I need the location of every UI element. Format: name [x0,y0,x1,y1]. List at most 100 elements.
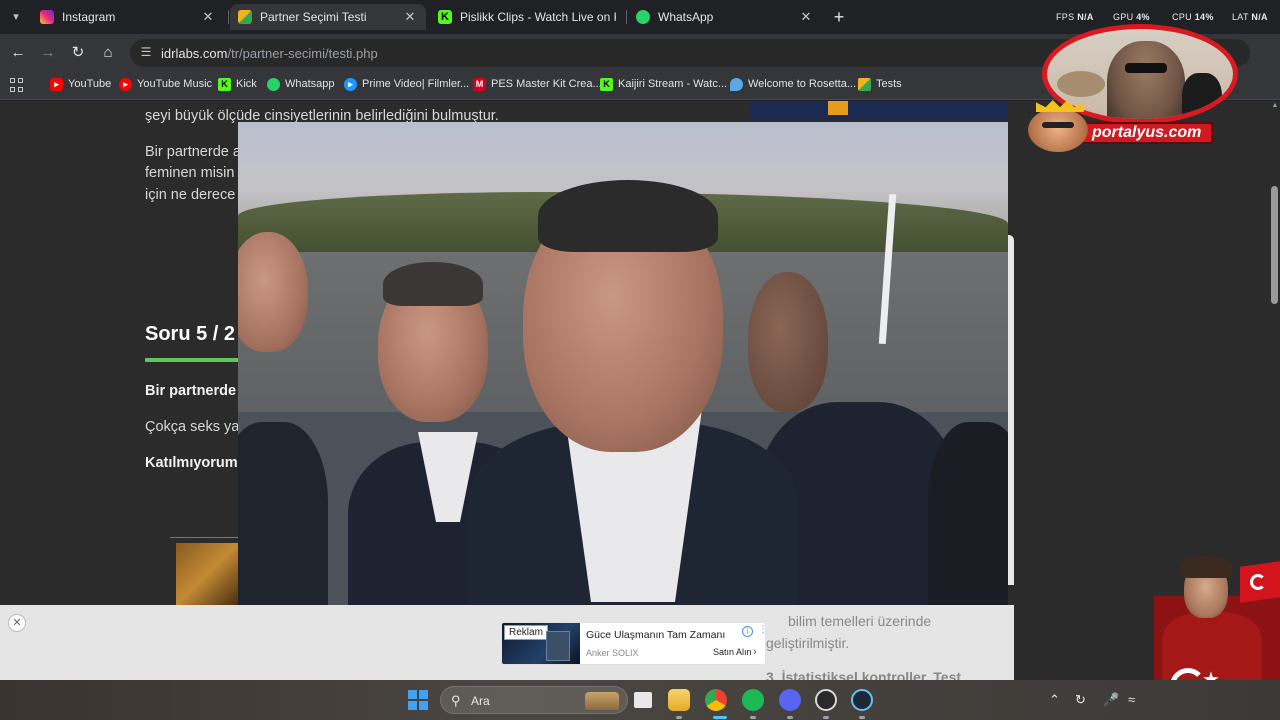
bookmark-label: Kick [236,78,257,90]
tab-title: Partner Seçimi Testi [260,10,367,24]
bookmark-rosetta[interactable]: Welcome to Rosetta... [730,75,856,93]
bookmark-youtube-music[interactable]: ▸ YouTube Music [119,75,212,93]
taskbar-search-placeholder: Ara [471,694,490,708]
tab-close-icon[interactable]: ✕ [798,9,814,25]
right-panel-banner [750,101,1008,119]
address-url[interactable]: idrlabs.com/tr/partner-secimi/testi.php [161,46,378,61]
bookmark-label: YouTube Music [137,78,213,90]
ad-info-icon[interactable]: i [742,626,753,637]
video-person [238,422,328,605]
question-heading-underline [145,358,240,362]
windows-start-icon[interactable] [408,690,428,710]
bookmark-kaijiri-stream[interactable]: K Kaijiri Stream - Watc... [600,75,727,93]
answer-option[interactable]: Katılmıyorum [145,455,238,471]
steam-icon[interactable] [851,689,873,711]
bookmark-kick[interactable]: K Kick [218,75,257,93]
star-icon: ★ [1202,669,1220,680]
tab-title: WhatsApp [658,10,714,24]
webcam-glasses [1125,63,1167,73]
video-person [928,422,1008,605]
ad-card[interactable]: Reklam Güce Ulaşmanın Tam Zamanı Anker S… [501,622,766,665]
tab-close-icon[interactable]: ✕ [200,9,216,25]
bookmark-label: Tests [876,78,902,90]
bookmark-pes-master[interactable]: M PES Master Kit Crea... [473,75,602,93]
ad-cta-button[interactable]: Satın Alın [713,647,752,657]
taskbar-search-box[interactable]: ⚲ Ara [440,686,628,714]
bookmark-label: PES Master Kit Crea... [491,78,602,90]
home-icon[interactable]: ⌂ [98,43,118,63]
stream-brand-logo: portalyus.com [1014,100,1248,152]
obs-icon[interactable] [815,689,837,711]
bookmark-tests[interactable]: Tests [858,75,902,93]
active-indicator [713,716,727,719]
tab-pislikk-clips[interactable]: K Pislikk Clips - Watch Live on Kick [430,4,624,30]
kick-icon: K [438,10,452,24]
bookmark-label: Prime Video| Filmler... [362,78,470,90]
right-panel-edge [1007,235,1014,585]
discord-icon[interactable] [779,689,801,711]
running-indicator [676,716,682,719]
tray-overflow-icon[interactable]: ⌃ [1049,692,1060,708]
ad-image: Reklam [502,623,580,664]
scroll-up-arrow-icon[interactable]: ▲ [1270,101,1280,111]
running-indicator [787,716,793,719]
bookmark-prime-video[interactable]: ▸ Prime Video| Filmler... [344,75,469,93]
scrollbar-thumb[interactable] [1271,186,1278,304]
page-text-line: için ne derece [145,187,236,203]
kick-icon: K [218,77,231,91]
chrome-icon[interactable] [705,689,727,711]
option-statement: Çokça seks yap [145,419,248,435]
stream-video-overlay [238,122,1008,605]
new-tab-button[interactable]: + [829,7,849,27]
bookmark-label: Kaijiri Stream - Watc... [618,78,727,90]
question-heading: Soru 5 / 2 [145,323,236,345]
back-arrow-icon[interactable]: ← [8,43,28,63]
chevron-right-icon[interactable]: › [753,646,757,658]
bookmark-whatsapp[interactable]: Whatsapp [267,75,335,93]
tab-separator [228,10,229,24]
video-person-head [238,232,308,352]
running-indicator [750,716,756,719]
whatsapp-icon [267,77,280,91]
webcam-dog [1057,71,1105,97]
instagram-icon [40,10,54,24]
ad-close-icon[interactable]: ✕ [8,614,26,632]
tab-whatsapp[interactable]: WhatsApp ✕ [628,4,822,30]
ad-menu-icon[interactable]: ⋮ [758,625,765,635]
tab-partner-secimi[interactable]: Partner Seçimi Testi ✕ [230,4,426,30]
article-thumbnail[interactable] [176,543,238,605]
task-view-icon[interactable] [634,692,652,708]
site-info-icon[interactable]: ☰ [138,45,154,61]
ad-brand: Anker SOLIX [586,648,639,658]
brand-name: portalyus.com [1080,122,1214,144]
tab-title: Pislikk Clips - Watch Live on Kick [460,10,616,24]
whatsapp-icon [636,10,650,24]
idrlabs-icon [858,77,871,91]
tab-strip: ▾ Instagram ✕ Partner Seçimi Testi ✕ K P… [0,0,1280,34]
reload-icon[interactable]: ↻ [68,43,88,63]
rosetta-icon [730,77,743,91]
video-main-person-hair [538,180,718,252]
sync-icon[interactable]: ↻ [1075,692,1086,708]
tab-title: Instagram [62,10,116,24]
search-icon: ⚲ [451,693,461,708]
apps-grid-icon[interactable] [10,78,24,92]
file-explorer-icon[interactable] [668,689,690,711]
ad-product-image [546,631,570,661]
bookmark-label: Whatsapp [285,78,335,90]
ad-ghost-text: geliştirilmiştir. [766,635,850,651]
tab-close-icon[interactable]: ✕ [402,9,418,25]
tab-instagram[interactable]: Instagram ✕ [32,4,224,30]
running-indicator [859,716,865,719]
wifi-icon[interactable]: ≈ [1128,692,1135,707]
microphone-icon[interactable]: 🎤 [1103,692,1119,708]
pes-master-icon: M [473,77,486,91]
idrlabs-icon [238,10,252,24]
tab-search-dropdown[interactable]: ▾ [6,8,26,26]
prime-video-icon: ▸ [344,77,357,91]
ad-ghost-text: bilim temelleri üzerinde [788,613,932,629]
tab-separator [626,10,627,24]
bookmark-youtube[interactable]: ▸ YouTube [50,75,111,93]
forward-arrow-icon[interactable]: → [38,43,58,63]
spotify-icon[interactable] [742,689,764,711]
